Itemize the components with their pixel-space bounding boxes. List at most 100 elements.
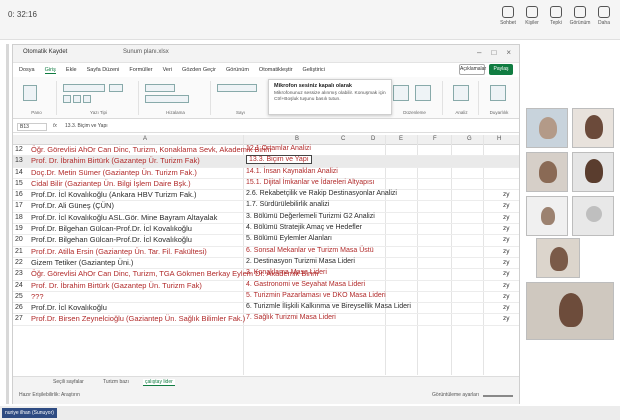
cell-topic[interactable]: 6. Sonsal Mekanlar ve Turizm Masa Üstü	[246, 247, 374, 254]
underline-icon[interactable]	[83, 95, 91, 103]
table-row[interactable]: 23 Öğr. Görevlisi AhOr Can Dinc, Turizm, …	[13, 269, 519, 281]
row-number[interactable]: 23	[15, 270, 29, 277]
italic-icon[interactable]	[73, 95, 81, 103]
table-row[interactable]: 22 Gizem Tetiker (Gaziantep Üni.) 2. Desti…	[13, 258, 519, 270]
menu-developer[interactable]: Geliştirici	[303, 67, 325, 73]
cell-speaker[interactable]: Prof. Dr. İbrahim Birtürk (Gazantep Ür. …	[31, 156, 200, 165]
participant-tile[interactable]	[526, 152, 568, 192]
paste-icon[interactable]	[23, 85, 37, 101]
row-number[interactable]: 15	[15, 180, 29, 187]
zoom-slider[interactable]	[483, 395, 513, 397]
cell-side[interactable]: zy	[503, 259, 510, 266]
row-number[interactable]: 27	[15, 315, 29, 322]
table-row[interactable]: 26 Prof.Dr. İcl Kovalıkoğlu 6. Turizmle İl…	[13, 303, 519, 315]
table-row[interactable]: 18 Prof.Dr. İcl Kovalıkoğlu ASL.Gör. Mine…	[13, 213, 519, 225]
column-header-g[interactable]: G	[467, 136, 472, 142]
cell-topic[interactable]: 1.7. Sürdürülebilirlik analizi	[246, 201, 329, 208]
cell-side[interactable]: zy	[503, 202, 510, 209]
share-button[interactable]: Paylaş	[489, 64, 513, 75]
row-number[interactable]: 12	[15, 146, 29, 153]
row-number[interactable]: 21	[15, 248, 29, 255]
cell-side[interactable]: zy	[503, 293, 510, 300]
row-number[interactable]: 26	[15, 304, 29, 311]
participant-tile[interactable]	[572, 152, 614, 192]
bold-icon[interactable]	[63, 95, 71, 103]
column-header-b[interactable]: B	[295, 136, 299, 142]
column-header-a[interactable]: A	[143, 136, 147, 142]
cell-speaker[interactable]: Prof.Dr. Birsen Zeynelcioğlu (Gaziantep …	[31, 314, 245, 323]
cell-side[interactable]: zy	[503, 304, 510, 311]
table-row[interactable]: 21 Prof.Dr. Atilla Ersin (Gaziantep Ün. T…	[13, 247, 519, 258]
cell-topic[interactable]: 15.1. Dijital İmkanlar ve İdareleri Alty…	[246, 179, 374, 186]
row-number[interactable]: 22	[15, 259, 29, 266]
participant-tile[interactable]	[526, 196, 568, 236]
font-name-select[interactable]	[63, 84, 105, 92]
close-icon[interactable]: ×	[506, 48, 511, 57]
table-row[interactable]: 24 Prof. Dr. İbrahim Birtürk (Gazantep Ün…	[13, 281, 519, 292]
cell-speaker[interactable]: Prof.Dr. İcl Kovalıkoğlu ASL.Gör. Mine B…	[31, 213, 217, 222]
menu-automate[interactable]: Otomatikleştir	[259, 67, 293, 73]
menu-file[interactable]: Dosya	[19, 67, 35, 73]
more-button[interactable]: Daha	[594, 6, 614, 26]
cell-speaker[interactable]: Prof.Dr. Bilgehan Gülcan-Prof.Dr. İcl Ko…	[31, 235, 192, 244]
table-row[interactable]: 25??? 5. Turizmin Pazarlaması ve DKO Masa…	[13, 292, 519, 304]
cell-speaker[interactable]: Prof.Dr. Bilgehan Gülcan-Prof.Dr. İcl Ko…	[31, 224, 192, 233]
participant-tile-large[interactable]	[526, 282, 614, 340]
analyze-data-icon[interactable]	[453, 85, 469, 101]
cell-side[interactable]: zy	[503, 315, 510, 322]
row-number[interactable]: 17	[15, 202, 29, 209]
participant-tile[interactable]	[536, 238, 580, 278]
autosave-label[interactable]: Otomatik Kaydet	[23, 49, 67, 55]
participant-avatar-tile[interactable]	[572, 196, 614, 236]
table-row[interactable]: 20 Prof.Dr. Bilgehan Gülcan-Prof.Dr. İcl …	[13, 235, 519, 247]
people-button[interactable]: Kişiler	[522, 6, 542, 26]
cell-speaker[interactable]: Prof.Dr. Ali Güneş (ÇÜN)	[31, 201, 114, 210]
table-row[interactable]: 13 Prof. Dr. İbrahim Birtürk (Gazantep Ür…	[13, 155, 519, 168]
menu-home[interactable]: Giriş	[44, 67, 56, 74]
find-select-icon[interactable]	[415, 85, 431, 101]
participant-tile[interactable]	[526, 108, 568, 148]
font-size-select[interactable]	[109, 84, 123, 92]
cell-speaker[interactable]: Cidal Bilir (Gaziantep Ün. Bilgi İşlem D…	[31, 179, 191, 188]
sort-filter-icon[interactable]	[393, 85, 409, 101]
cell-topic[interactable]: 4. Gastronomi ve Seyahat Masa Lideri	[246, 281, 365, 288]
row-number[interactable]: 14	[15, 169, 29, 176]
spreadsheet-grid[interactable]: A B C D E F G H 12 Öğr. Görevlisi AhOr Ca…	[13, 135, 519, 375]
sensitivity-icon[interactable]	[490, 85, 506, 101]
menu-view[interactable]: Görünüm	[226, 67, 249, 73]
row-number[interactable]: 25	[15, 293, 29, 300]
cell-side[interactable]: zy	[503, 282, 510, 289]
sheet-tab-1[interactable]: Seçili sayfalar	[53, 379, 84, 385]
table-row[interactable]: 19 Prof.Dr. Bilgehan Gülcan-Prof.Dr. İcl …	[13, 224, 519, 236]
menu-page-layout[interactable]: Sayfa Düzeni	[87, 67, 120, 73]
view-button[interactable]: Görünüm	[570, 6, 590, 26]
cell-topic[interactable]: 7. Sağlık Turizmi Masa Lideri	[246, 314, 336, 321]
cell-topic[interactable]: 14.1. İnsan Kaynakları Analizi	[246, 168, 338, 175]
cell-topic[interactable]: 5. Bölümü Eylemler Alanları	[246, 235, 332, 242]
table-row[interactable]: 16 Prof.Dr. İcl Kovalıkoğlu (Ankara HBV T…	[13, 190, 519, 202]
column-header-h[interactable]: H	[497, 136, 501, 142]
cell-speaker[interactable]: ???	[31, 292, 44, 301]
table-row[interactable]: 14 Doç.Dr. Metin Sümer (Gaziantep Ün. Tur…	[13, 168, 519, 179]
menu-review[interactable]: Gözden Geçir	[182, 67, 216, 73]
cell-side[interactable]: zy	[503, 214, 510, 221]
menu-data[interactable]: Veri	[163, 67, 172, 73]
cell-side[interactable]: zy	[503, 225, 510, 232]
align-icon[interactable]	[145, 84, 175, 92]
cell-speaker[interactable]: Prof. Dr. İbrahim Birtürk (Gazantep Ün. …	[31, 281, 202, 290]
display-settings[interactable]: Görüntüleme ayarları	[432, 392, 479, 398]
row-number[interactable]: 19	[15, 225, 29, 232]
column-header-f[interactable]: F	[433, 136, 437, 142]
maximize-icon[interactable]: □	[491, 48, 496, 57]
cell-speaker[interactable]: Gizem Tetiker (Gaziantep Üni.)	[31, 258, 133, 267]
cell-side[interactable]: zy	[503, 236, 510, 243]
row-number[interactable]: 16	[15, 191, 29, 198]
minimize-icon[interactable]: –	[477, 48, 481, 57]
cell-topic[interactable]: 4. Bölümü Stratejik Amaç ve Hedefler	[246, 224, 362, 231]
cell-topic[interactable]: 3. Bölümü Değerlemeli Turizmi G2 Analizi	[246, 213, 375, 220]
cell-topic[interactable]: 3. Konaklama Masa Lideri	[246, 269, 327, 276]
cell-side[interactable]: zy	[503, 270, 510, 277]
column-header-d[interactable]: D	[371, 136, 375, 142]
row-number[interactable]: 13	[15, 157, 29, 164]
cell-topic[interactable]: 2.6. Rekabetçilik ve Rakip Destinasyonla…	[246, 190, 397, 197]
